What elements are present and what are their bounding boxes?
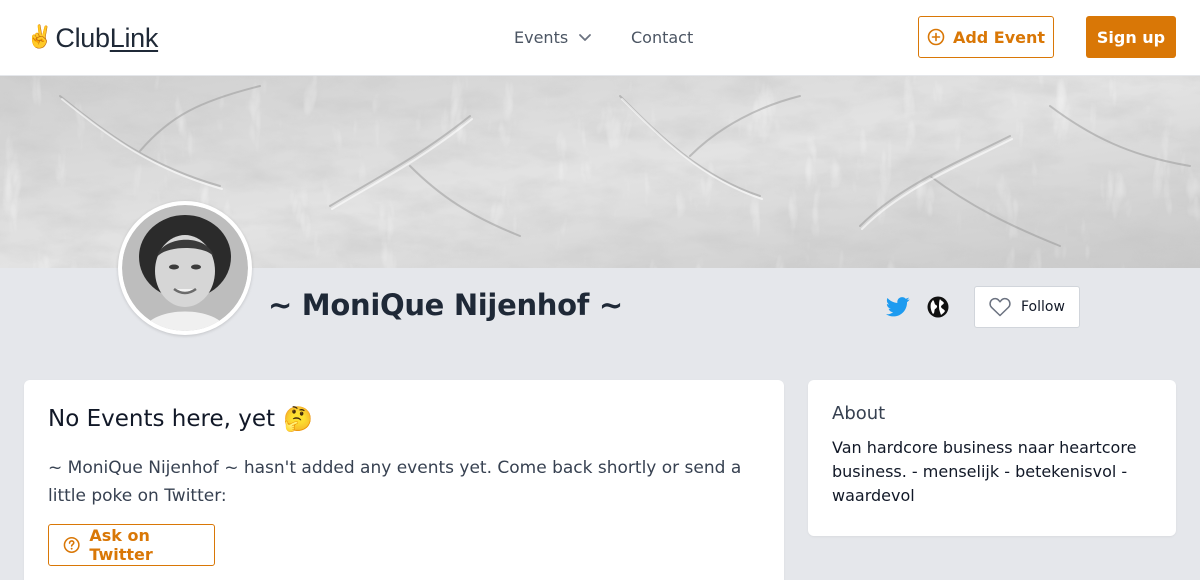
nav-contact-link[interactable]: Contact bbox=[631, 25, 693, 49]
about-card-body: Van hardcore business naar heartcore bus… bbox=[832, 438, 1137, 505]
sign-up-button[interactable]: Sign up bbox=[1086, 16, 1176, 58]
question-circle-icon bbox=[63, 537, 80, 553]
twitter-icon[interactable] bbox=[886, 296, 910, 318]
nav-contact-label: Contact bbox=[631, 27, 694, 47]
chevron-down-icon bbox=[579, 34, 592, 41]
avatar-photo bbox=[122, 205, 248, 331]
clublink-logo[interactable]: ✌️ Club Link bbox=[26, 20, 158, 56]
about-card-title: About bbox=[832, 403, 886, 424]
site-header: ✌️ Club Link Events Contact Add Event Si… bbox=[0, 0, 1200, 76]
profile-avatar bbox=[118, 201, 252, 335]
plus-circle-icon bbox=[927, 28, 945, 46]
logo-text-club: Club bbox=[55, 22, 110, 53]
thinking-face-icon: 🤔 bbox=[283, 405, 313, 433]
add-event-label: Add Event bbox=[952, 27, 1046, 47]
victory-hand-icon: ✌️ bbox=[26, 25, 54, 50]
ask-on-twitter-label: Ask on Twitter bbox=[89, 526, 153, 564]
ask-on-twitter-button[interactable]: Ask on Twitter bbox=[48, 524, 215, 566]
heart-icon bbox=[989, 297, 1011, 317]
nav-events-dropdown[interactable]: Events bbox=[514, 25, 592, 49]
globe-icon[interactable] bbox=[927, 296, 949, 318]
follow-label: Follow bbox=[1021, 299, 1065, 315]
sign-up-label: Sign up bbox=[1096, 27, 1166, 47]
events-title-text: No Events here, yet bbox=[48, 406, 276, 432]
add-event-button[interactable]: Add Event bbox=[918, 16, 1054, 58]
follow-button[interactable]: Follow bbox=[974, 286, 1080, 328]
logo-text-link: Link bbox=[109, 22, 159, 53]
profile-name: ~ MoniQue Nijenhof ~ bbox=[268, 288, 623, 322]
nav-events-label: Events bbox=[514, 27, 569, 47]
events-card-title: No Events here, yet 🤔 bbox=[48, 405, 313, 433]
events-card-body: ~ MoniQue Nijenhof ~ hasn't added any ev… bbox=[48, 458, 742, 506]
